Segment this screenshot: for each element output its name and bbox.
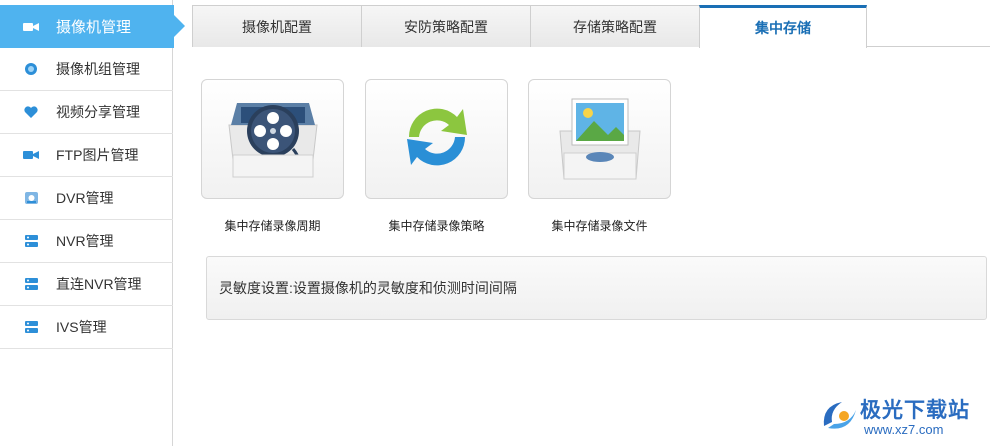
camera-icon — [22, 147, 40, 163]
heart-icon — [22, 104, 40, 120]
watermark-brand: 极光下载站 — [860, 399, 970, 422]
picture-file-icon — [550, 91, 650, 188]
recording-files-tile[interactable] — [528, 79, 671, 199]
recording-files-label: 集中存储录像文件 — [551, 219, 648, 233]
recording-policy-tile[interactable] — [365, 79, 508, 199]
nvr-icon — [22, 233, 40, 249]
sidebar-item-label: DVR管理 — [56, 190, 114, 206]
sidebar-item-label: 摄像机管理 — [56, 19, 132, 36]
sidebar: 摄像机管理 摄像机组管理 视频分享管理 FTP图片管理 DVR管理 NVR管理 — [0, 0, 185, 446]
ivs-icon — [22, 319, 40, 335]
sidebar-item-label: 直连NVR管理 — [56, 276, 142, 292]
film-reel-icon — [223, 91, 323, 188]
sidebar-item-camera-group[interactable]: 摄像机组管理 — [0, 48, 173, 91]
nvr-icon — [22, 276, 40, 292]
sidebar-item-label: NVR管理 — [56, 233, 114, 249]
tab-storage-policy[interactable]: 存储策略配置 — [530, 5, 700, 47]
camera-icon — [22, 19, 40, 35]
sync-arrows-icon — [397, 97, 477, 182]
dvr-icon — [22, 190, 40, 206]
sensitivity-info-text: 灵敏度设置:设置摄像机的灵敏度和侦测时间间隔 — [219, 280, 517, 296]
watermark: 极光下载站 www.xz7.com — [820, 392, 980, 442]
recording-policy-label: 集中存储录像策略 — [388, 219, 485, 233]
sidebar-item-ftp-images[interactable]: FTP图片管理 — [0, 134, 173, 177]
tab-camera-config[interactable]: 摄像机配置 — [192, 5, 362, 47]
tab-central-storage[interactable]: 集中存储 — [699, 5, 867, 48]
watermark-logo-icon — [820, 396, 860, 439]
sidebar-item-label: IVS管理 — [56, 319, 107, 335]
sidebar-item-ivs[interactable]: IVS管理 — [0, 306, 173, 349]
watermark-url: www.xz7.com — [864, 422, 944, 437]
tab-security-policy[interactable]: 安防策略配置 — [361, 5, 531, 47]
tab-bar: 摄像机配置 安防策略配置 存储策略配置 集中存储 — [192, 5, 990, 48]
sidebar-item-camera-management[interactable]: 摄像机管理 — [0, 5, 185, 48]
sidebar-item-direct-nvr[interactable]: 直连NVR管理 — [0, 263, 173, 306]
sidebar-item-label: FTP图片管理 — [56, 147, 139, 163]
sidebar-item-label: 摄像机组管理 — [56, 61, 140, 77]
camera-group-icon — [22, 61, 40, 77]
sidebar-item-video-share[interactable]: 视频分享管理 — [0, 91, 173, 134]
sensitivity-info-panel: 灵敏度设置:设置摄像机的灵敏度和侦测时间间隔 — [206, 256, 987, 320]
sidebar-item-nvr[interactable]: NVR管理 — [0, 220, 173, 263]
sidebar-item-dvr[interactable]: DVR管理 — [0, 177, 173, 220]
recording-period-label: 集中存储录像周期 — [224, 219, 321, 233]
sidebar-item-label: 视频分享管理 — [56, 104, 140, 120]
recording-period-tile[interactable] — [201, 79, 344, 199]
